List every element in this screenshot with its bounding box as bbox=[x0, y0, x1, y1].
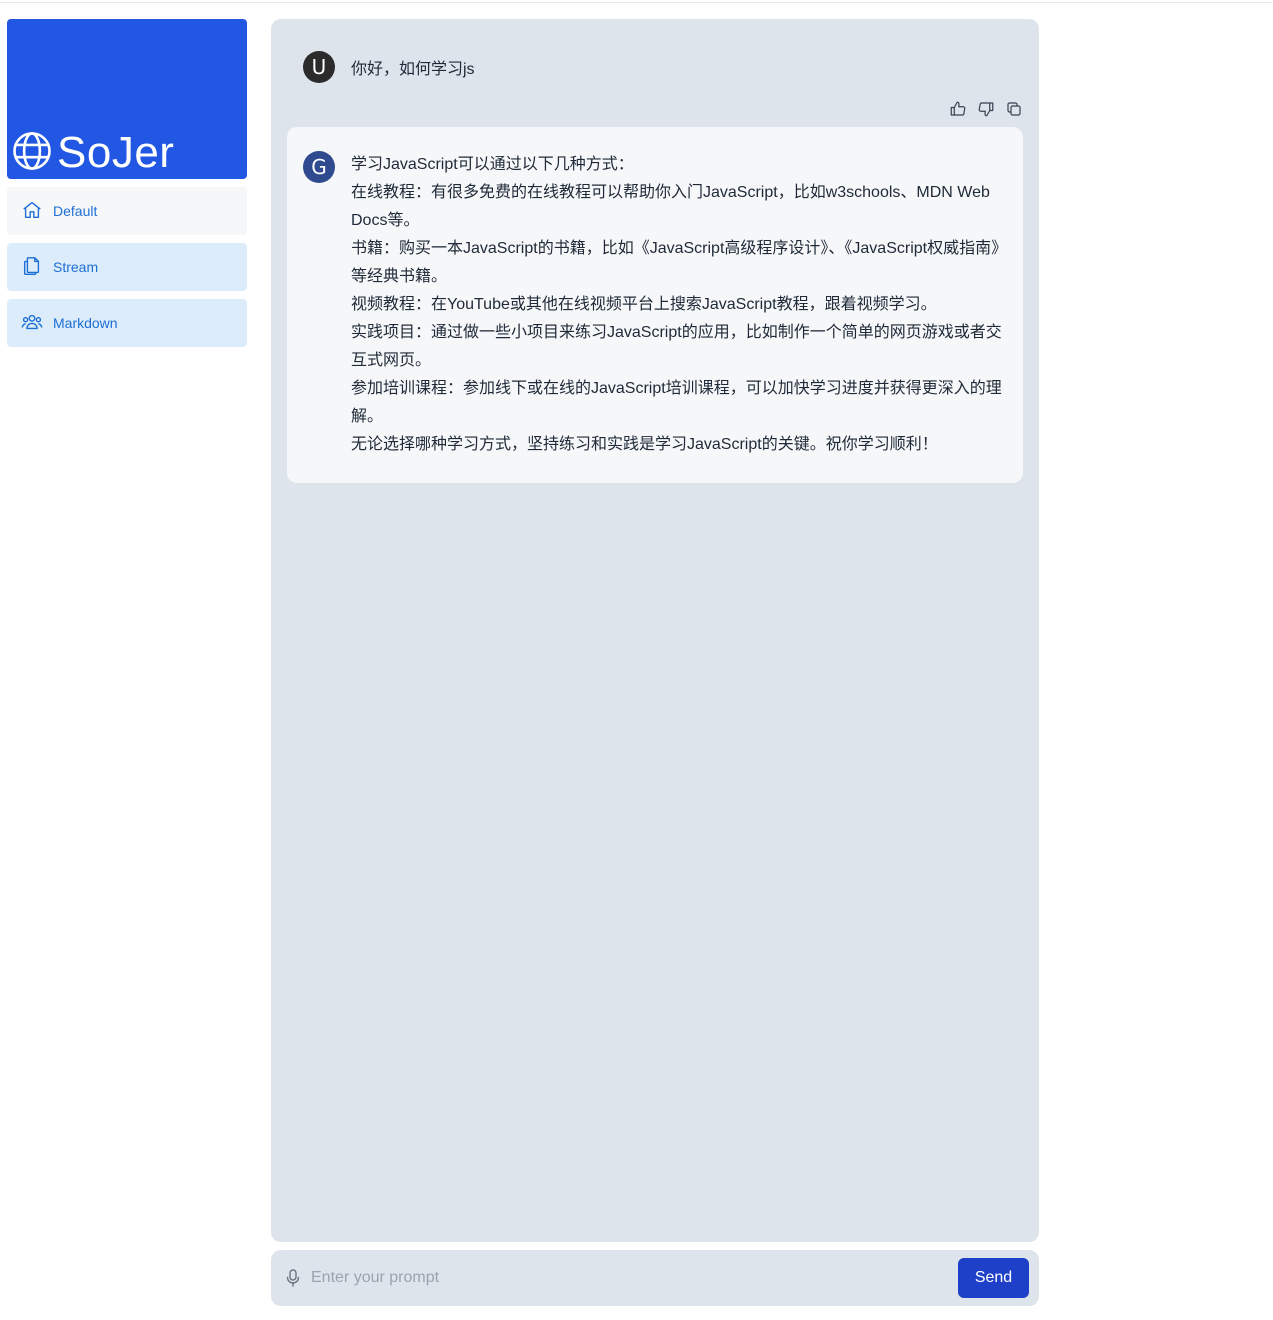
globe-icon bbox=[11, 130, 53, 177]
message-actions bbox=[949, 100, 1023, 118]
assistant-message: G 学习JavaScript可以通过以下几种方式： 在线教程：有很多免费的在线教… bbox=[287, 127, 1023, 483]
brand-name: SoJer bbox=[57, 128, 175, 177]
user-message: U 你好，如何学习js bbox=[303, 51, 475, 83]
sidebar-item-label: Default bbox=[53, 203, 98, 219]
user-avatar: U bbox=[303, 51, 335, 83]
prompt-input[interactable] bbox=[311, 1264, 951, 1292]
brand-logo: SoJer bbox=[11, 129, 174, 177]
top-divider bbox=[0, 2, 1273, 3]
assistant-message-text: 学习JavaScript可以通过以下几种方式： 在线教程：有很多免费的在线教程可… bbox=[351, 151, 1011, 459]
user-message-text: 你好，如何学习js bbox=[351, 61, 475, 78]
documents-icon bbox=[21, 255, 43, 280]
prompt-bar: Send bbox=[271, 1250, 1039, 1306]
assistant-line: 实践项目：通过做一些小项目来练习JavaScript的应用，比如制作一个简单的网… bbox=[351, 324, 1002, 369]
thumbs-up-icon[interactable] bbox=[949, 100, 967, 118]
home-icon bbox=[21, 199, 43, 224]
assistant-line: 参加培训课程：参加线下或在线的JavaScript培训课程，可以加快学习进度并获… bbox=[351, 380, 1002, 425]
assistant-line: 书籍：购买一本JavaScript的书籍，比如《JavaScript高级程序设计… bbox=[351, 240, 1008, 285]
assistant-avatar: G bbox=[303, 151, 335, 183]
sidebar-item-default[interactable]: Default bbox=[7, 187, 247, 235]
assistant-line: 在线教程：有很多免费的在线教程可以帮助你入门JavaScript，比如w3sch… bbox=[351, 184, 990, 229]
sidebar-item-stream[interactable]: Stream bbox=[7, 243, 247, 291]
users-icon bbox=[21, 311, 43, 336]
sidebar-item-markdown[interactable]: Markdown bbox=[7, 299, 247, 347]
sidebar: SoJer Default Stream Markdown bbox=[7, 19, 247, 347]
copy-icon[interactable] bbox=[1005, 100, 1023, 118]
sidebar-item-label: Stream bbox=[53, 259, 99, 275]
assistant-line: 视频教程：在YouTube或其他在线视频平台上搜索JavaScript教程，跟着… bbox=[351, 296, 937, 313]
assistant-line: 无论选择哪种学习方式，坚持练习和实践是学习JavaScript的关键。祝你学习顺… bbox=[351, 436, 938, 453]
chat-panel[interactable]: U 你好，如何学习js G 学习JavaScript可以通过以下几种方式： 在线… bbox=[271, 19, 1039, 1242]
microphone-icon[interactable] bbox=[285, 1269, 301, 1287]
assistant-line: 学习JavaScript可以通过以下几种方式： bbox=[351, 156, 634, 173]
send-button[interactable]: Send bbox=[958, 1258, 1029, 1298]
sidebar-item-label: Markdown bbox=[53, 315, 118, 331]
brand-banner: SoJer bbox=[7, 19, 247, 179]
thumbs-down-icon[interactable] bbox=[977, 100, 995, 118]
